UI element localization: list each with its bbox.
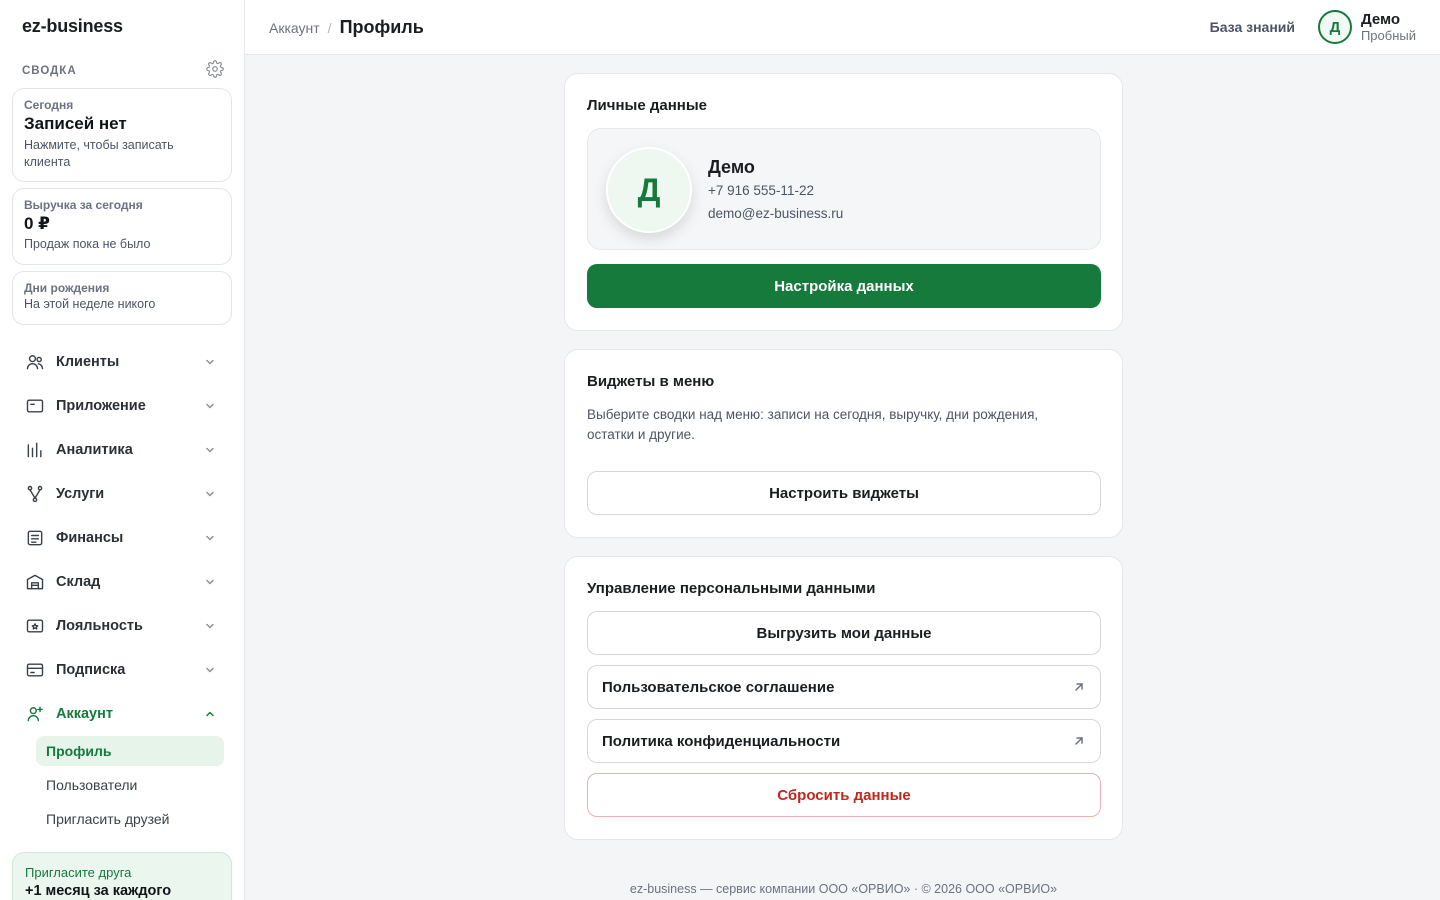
- chevron-down-icon: [204, 356, 216, 368]
- nav-label: Услуги: [56, 486, 105, 502]
- profile-avatar: Д: [606, 147, 692, 233]
- page-title: Профиль: [339, 17, 424, 37]
- subnav-item-users[interactable]: Пользователи: [36, 770, 224, 800]
- card-value: Записей нет: [24, 114, 127, 133]
- user-agreement-link[interactable]: Пользовательское соглашение: [587, 665, 1101, 709]
- user-info: Демо Пробный: [1361, 11, 1416, 43]
- nav-item-clients[interactable]: Клиенты: [12, 340, 232, 384]
- profile-email: demo@ez-business.ru: [708, 206, 844, 221]
- nav-label: Приложение: [56, 398, 146, 414]
- nav-item-analytics[interactable]: Аналитика: [12, 428, 232, 472]
- external-link-icon: [1072, 734, 1086, 748]
- subnav-item-invite-friends[interactable]: Пригласить друзей: [36, 804, 224, 834]
- user-plan: Пробный: [1360, 28, 1416, 43]
- document-icon: [25, 528, 45, 548]
- app-logo[interactable]: ez-business: [22, 16, 123, 37]
- profile-summary: Д Демо +7 916 555-11-22 demo@ez-business…: [587, 128, 1101, 250]
- configure-widgets-button[interactable]: Настроить виджеты: [587, 471, 1101, 515]
- data-settings-button[interactable]: Настройка данных: [587, 264, 1101, 308]
- reset-data-button[interactable]: Сбросить данные: [587, 773, 1101, 817]
- export-data-button[interactable]: Выгрузить мои данные: [587, 611, 1101, 655]
- profile-name: Демо: [708, 157, 755, 177]
- app-card-icon: [25, 396, 45, 416]
- nav-label: Финансы: [56, 530, 124, 546]
- avatar: Д: [1317, 10, 1352, 44]
- nav-label: Подписка: [56, 662, 126, 678]
- section-title: Виджеты в меню: [587, 373, 715, 390]
- card-note: Нажмите, чтобы записать клиента: [24, 138, 174, 169]
- chevron-up-icon: [204, 708, 216, 720]
- credit-card-icon: [25, 660, 45, 680]
- knowledge-base-link[interactable]: База знаний: [1210, 19, 1295, 35]
- nav-item-warehouse[interactable]: Склад: [12, 560, 232, 604]
- chevron-down-icon: [204, 620, 216, 632]
- summary-card-birthdays[interactable]: Дни рождения На этой неделе никого: [12, 271, 232, 325]
- loyalty-icon: [25, 616, 45, 636]
- card-label: Выручка за сегодня: [24, 198, 143, 212]
- user-name: Демо: [1360, 11, 1401, 28]
- card-note: На этой неделе никого: [24, 297, 156, 311]
- summary-card-revenue[interactable]: Выручка за сегодня 0 ₽ Продаж пока не бы…: [12, 188, 232, 265]
- chevron-down-icon: [204, 488, 216, 500]
- section-title: Личные данные: [587, 97, 707, 114]
- summary-card-today[interactable]: Сегодня Записей нет Нажмите, чтобы запис…: [12, 88, 232, 182]
- invite-line1: Пригласите друга: [25, 865, 132, 880]
- nav-label: Склад: [56, 574, 101, 590]
- card-value: 0 ₽: [24, 214, 51, 233]
- nav-label: Лояльность: [56, 618, 143, 634]
- chevron-down-icon: [204, 400, 216, 412]
- footer-text: ez-business — сервис компании ООО «ОРВИО…: [629, 882, 1058, 896]
- chevron-down-icon: [204, 444, 216, 456]
- external-link-icon: [1072, 680, 1086, 694]
- breadcrumb-parent[interactable]: Аккаунт: [269, 20, 320, 36]
- widgets-panel: Виджеты в меню Выберите сводки над меню:…: [564, 349, 1123, 538]
- account-subnav: Профиль Пользователи Пригласить друзей: [12, 736, 232, 834]
- chevron-down-icon: [204, 576, 216, 588]
- nav-item-account[interactable]: Аккаунт: [12, 692, 232, 736]
- invite-line2: +1 месяц за каждого: [25, 883, 172, 899]
- nav-item-services[interactable]: Услуги: [12, 472, 232, 516]
- nav-label: Аналитика: [56, 442, 133, 458]
- nav-label: Клиенты: [56, 354, 120, 370]
- nav-item-subscription[interactable]: Подписка: [12, 648, 232, 692]
- sidebar: ez-business СВОДКА Сегодня Записей нет Н…: [0, 0, 245, 900]
- nav-item-finance[interactable]: Финансы: [12, 516, 232, 560]
- breadcrumb-separator: /: [327, 20, 332, 36]
- data-management-panel: Управление персональными данными Выгрузи…: [564, 556, 1123, 840]
- nav-item-loyalty[interactable]: Лояльность: [12, 604, 232, 648]
- nav-item-app[interactable]: Приложение: [12, 384, 232, 428]
- subnav-item-profile[interactable]: Профиль: [36, 736, 224, 766]
- chevron-down-icon: [204, 532, 216, 544]
- section-title: Управление персональными данными: [587, 580, 876, 597]
- user-menu[interactable]: Д Демо Пробный: [1317, 10, 1416, 44]
- privacy-policy-link[interactable]: Политика конфиденциальности: [587, 719, 1101, 763]
- branch-icon: [25, 484, 45, 504]
- card-note: Продаж пока не было: [24, 237, 151, 251]
- breadcrumb: Аккаунт / Профиль: [269, 17, 424, 38]
- warehouse-icon: [25, 572, 45, 592]
- personal-data-panel: Личные данные Д Демо +7 916 555-11-22 de…: [564, 73, 1123, 331]
- bar-chart-icon: [25, 440, 45, 460]
- users-icon: [25, 352, 45, 372]
- summary-header: СВОДКА: [22, 60, 224, 78]
- user-agreement-label: Пользовательское соглашение: [602, 678, 835, 696]
- invite-promo-card[interactable]: Пригласите друга +1 месяц за каждого: [12, 852, 232, 900]
- summary-title: СВОДКА: [22, 65, 77, 77]
- privacy-policy-label: Политика конфиденциальности: [602, 732, 841, 750]
- topbar: Аккаунт / Профиль База знаний Д Демо Про…: [245, 0, 1440, 55]
- nav-label: Аккаунт: [56, 706, 113, 722]
- widgets-description: Выберите сводки над меню: записи на сего…: [587, 407, 1039, 442]
- user-plus-icon: [25, 704, 45, 724]
- main-nav: Клиенты Приложение Аналитика Услуги Фина…: [12, 340, 232, 838]
- gear-icon[interactable]: [206, 60, 224, 78]
- chevron-down-icon: [204, 664, 216, 676]
- card-label: Сегодня: [24, 98, 74, 112]
- profile-phone: +7 916 555-11-22: [708, 183, 814, 198]
- card-label: Дни рождения: [24, 281, 110, 295]
